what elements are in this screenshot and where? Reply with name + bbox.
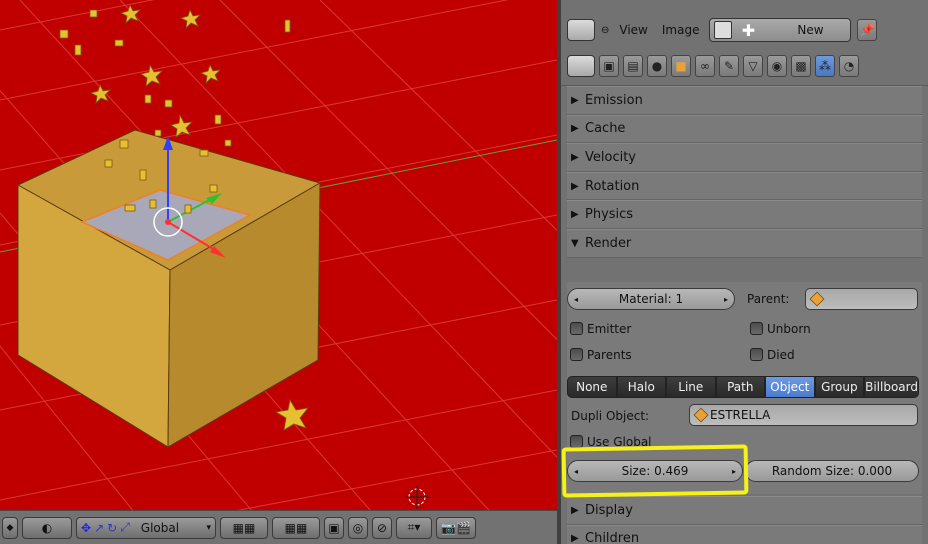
triangle-right-icon: ▶ xyxy=(571,180,579,192)
rotate-icon[interactable]: ↻ xyxy=(107,521,117,535)
emitter-label: Emitter xyxy=(587,322,632,336)
lock-icon[interactable]: ▣ xyxy=(324,516,344,539)
image-browse-icon[interactable] xyxy=(714,21,733,39)
snap-element-selector[interactable]: ⌗▾ xyxy=(396,516,432,539)
collapsed-panels: ▶ Emission ▶ Cache ▶ Velocity ▶ Rotation ▶ Ph… xyxy=(567,86,922,258)
triangle-right-icon: ▶ xyxy=(571,533,579,544)
shading-icon: ◐ xyxy=(41,520,53,535)
layers-grid-1[interactable]: ▦▦ xyxy=(220,516,268,539)
manipulator-icon[interactable]: ✥ xyxy=(81,521,91,535)
orientation-select[interactable]: Global xyxy=(141,521,179,535)
unborn-checkbox[interactable] xyxy=(750,322,763,335)
triangle-right-icon: ▶ xyxy=(571,209,579,221)
render-type-group[interactable]: Group xyxy=(814,376,865,398)
world-icon[interactable]: ● xyxy=(647,55,667,77)
render-type-halo[interactable]: Halo xyxy=(616,376,667,398)
collapse-menu-icon[interactable]: ⊖ xyxy=(601,25,609,36)
panel-rotation[interactable]: ▶ Rotation xyxy=(567,171,922,201)
use-global-checkbox[interactable] xyxy=(570,435,583,448)
new-label: New xyxy=(797,23,824,37)
emitter-checkbox[interactable] xyxy=(570,322,583,335)
pin-icon[interactable]: 📌 xyxy=(857,19,878,41)
render-camera-icons[interactable]: 📷🎬 xyxy=(436,516,476,539)
snap-icon[interactable]: ⊘ xyxy=(372,516,392,539)
parent-field[interactable] xyxy=(805,288,918,310)
render-icon[interactable]: ▣ xyxy=(599,55,619,77)
died-checkbox[interactable] xyxy=(750,348,763,361)
object-icon[interactable]: ■ xyxy=(671,55,691,77)
triangle-right-icon: ▶ xyxy=(571,151,579,163)
layers-grid-2[interactable]: ▦▦ xyxy=(272,516,320,539)
triangle-right-icon: ▶ xyxy=(571,123,579,135)
render-type-none[interactable]: None xyxy=(567,376,617,398)
died-label: Died xyxy=(767,348,795,362)
menu-view[interactable]: View xyxy=(615,23,651,37)
constraints-icon[interactable]: ∞ xyxy=(695,55,715,77)
scale-icon[interactable]: ⤢ xyxy=(120,520,130,535)
physics-icon[interactable]: ◔ xyxy=(839,55,859,77)
render-type-object[interactable]: Object xyxy=(765,376,815,398)
triangle-right-icon: ▶ xyxy=(571,504,579,516)
random-size-field[interactable]: Random Size: 0.000 xyxy=(745,460,919,482)
texture-icon[interactable]: ▩ xyxy=(791,55,811,77)
viewport-menu-toggle[interactable]: ◆ xyxy=(2,516,18,539)
3d-viewport[interactable]: ◆ ◐ ✥ ↗ ↻ ⤢ Global ▾ ▦▦ ▦▦ ▣ ◎ ⊘ ⌗▾ 📷🎬 xyxy=(0,0,557,544)
dupli-object-field[interactable]: ESTRELLA xyxy=(689,404,918,426)
parents-label: Parents xyxy=(587,348,632,362)
menu-image[interactable]: Image xyxy=(658,23,704,37)
render-type-selector: None Halo Line Path Object Group Billboa… xyxy=(567,376,919,398)
unborn-label: Unborn xyxy=(767,322,811,336)
new-image-button[interactable]: ✚ New xyxy=(709,18,852,42)
panel-cache[interactable]: ▶ Cache xyxy=(567,114,922,144)
properties-header: ⊖ View Image ✚ New 📌 ▣ ▤ ● ■ ∞ ✎ ▽ ◉ ▩ ⁂… xyxy=(561,0,928,86)
triangle-down-icon: ▼ xyxy=(571,237,579,249)
arrow-left-icon: ◂ xyxy=(574,294,579,304)
panel-children[interactable]: ▶ Children xyxy=(567,524,922,544)
render-layers-icon[interactable]: ▤ xyxy=(623,55,643,77)
cube-icon xyxy=(809,291,825,307)
plus-icon: ✚ xyxy=(741,20,756,40)
highlight-annotation xyxy=(561,444,749,498)
panel-velocity[interactable]: ▶ Velocity xyxy=(567,143,922,172)
material-icon[interactable]: ◉ xyxy=(767,55,787,77)
lower-panels: ▶ Display ▶ Children xyxy=(567,496,922,544)
data-icon[interactable]: ▽ xyxy=(743,55,763,77)
panel-physics[interactable]: ▶ Physics xyxy=(567,200,922,229)
panel-emission[interactable]: ▶ Emission xyxy=(567,86,922,115)
render-type-billboard[interactable]: Billboard xyxy=(864,376,919,398)
cube-icon xyxy=(693,407,709,423)
particles-icon[interactable]: ⁂ xyxy=(815,55,835,77)
arrow-right-icon: ▸ xyxy=(723,294,728,304)
shading-selector[interactable]: ◐ xyxy=(22,516,72,539)
panel-render[interactable]: ▼ Render xyxy=(567,228,922,258)
proportional-edit-icon[interactable]: ◎ xyxy=(348,516,368,539)
render-type-path[interactable]: Path xyxy=(715,376,766,398)
dupli-object-label: Dupli Object: xyxy=(571,409,650,423)
viewport-scene[interactable] xyxy=(0,0,557,544)
modifiers-icon[interactable]: ✎ xyxy=(719,55,739,77)
editor-type-selector-2[interactable] xyxy=(567,55,595,77)
panel-display[interactable]: ▶ Display xyxy=(567,496,922,525)
triangle-right-icon: ▶ xyxy=(571,94,579,106)
render-type-line[interactable]: Line xyxy=(666,376,716,398)
viewport-header: ◆ ◐ ✥ ↗ ↻ ⤢ Global ▾ ▦▦ ▦▦ ▣ ◎ ⊘ ⌗▾ 📷🎬 xyxy=(0,510,557,544)
translate-icon[interactable]: ↗ xyxy=(94,521,104,535)
editor-type-selector[interactable] xyxy=(567,19,595,41)
material-slot[interactable]: ◂ Material: 1 ▸ xyxy=(567,288,735,310)
manipulator-group: ✥ ↗ ↻ ⤢ Global ▾ xyxy=(76,516,216,539)
parent-label: Parent: xyxy=(747,292,790,306)
chevron-down-icon: ▾ xyxy=(206,522,211,533)
parents-checkbox[interactable] xyxy=(570,348,583,361)
